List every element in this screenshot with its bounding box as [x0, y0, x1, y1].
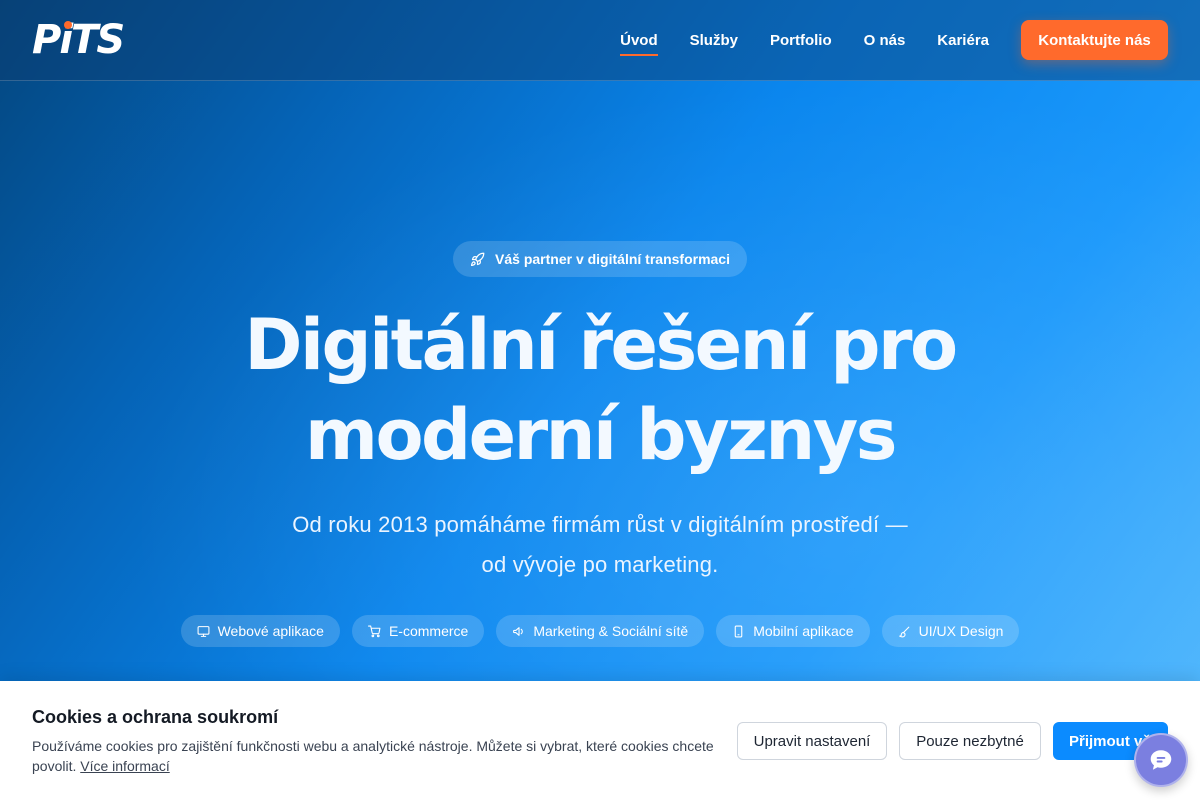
brush-icon [898, 626, 909, 637]
hero-badge-text: Váš partner v digitální transformaci [495, 251, 730, 267]
chat-icon [1150, 750, 1172, 770]
nav-item-kariera[interactable]: Kariéra [937, 26, 989, 55]
nav-item-sluzby[interactable]: Služby [690, 26, 738, 55]
pill-label: UI/UX Design [918, 623, 1004, 639]
chat-button[interactable] [1134, 733, 1188, 787]
contact-button[interactable]: Kontaktujte nás [1021, 20, 1168, 60]
hero-title-line1: Digitální řešení pro [244, 304, 958, 386]
hero-badge: Váš partner v digitální transformaci [453, 241, 747, 277]
cookie-necessary-button[interactable]: Pouze nezbytné [899, 722, 1041, 760]
pill-mobile[interactable]: Mobilní aplikace [716, 615, 870, 647]
logo-dot [64, 21, 72, 29]
cookie-text: Používáme cookies pro zajištění funkčnos… [32, 736, 732, 776]
site-header: PiTS Úvod Služby Portfolio O nás Kariéra… [0, 0, 1200, 81]
pill-marketing[interactable]: Marketing & Sociální sítě [496, 615, 705, 647]
main-nav: Úvod Služby Portfolio O nás Kariéra [620, 0, 989, 80]
pill-label: Mobilní aplikace [753, 623, 854, 639]
pill-ecommerce[interactable]: E-commerce [351, 615, 485, 647]
rocket-icon [470, 252, 485, 266]
cart-icon [367, 625, 381, 637]
pill-web-apps[interactable]: Webové aplikace [180, 615, 340, 647]
service-pills: Webové aplikace E-commerce Marketing & S… [0, 615, 1200, 647]
megaphone-icon [513, 626, 524, 636]
logo-text: PiTS [32, 17, 125, 63]
nav-item-portfolio[interactable]: Portfolio [770, 26, 832, 55]
more-info-link[interactable]: Více informací [80, 758, 169, 774]
nav-item-uvod[interactable]: Úvod [620, 26, 658, 56]
pill-uiux[interactable]: UI/UX Design [881, 615, 1020, 647]
cookie-settings-button[interactable]: Upravit nastavení [737, 722, 887, 760]
hero-subtitle: Od roku 2013 pomáháme firmám růst v digi… [230, 505, 970, 585]
logo[interactable]: PiTS [32, 16, 125, 64]
hero-title-line2: moderní byznys [305, 394, 897, 476]
phone-icon [734, 625, 743, 637]
cookie-title: Cookies a ochrana soukromí [32, 707, 279, 727]
pill-label: Webové aplikace [217, 623, 324, 639]
hero-subtitle-line2: od vývoje po marketing. [481, 552, 719, 577]
hero-subtitle-line1: Od roku 2013 pomáháme firmám růst v digi… [292, 512, 908, 537]
cookie-banner: Cookies a ochrana soukromí Používáme coo… [0, 681, 1200, 800]
nav-item-o-nas[interactable]: O nás [864, 26, 906, 55]
pill-label: Marketing & Sociální sítě [533, 623, 689, 639]
pill-label: E-commerce [388, 623, 469, 639]
hero-title: Digitální řešení pro moderní byznys [0, 300, 1200, 480]
monitor-icon [197, 625, 210, 637]
